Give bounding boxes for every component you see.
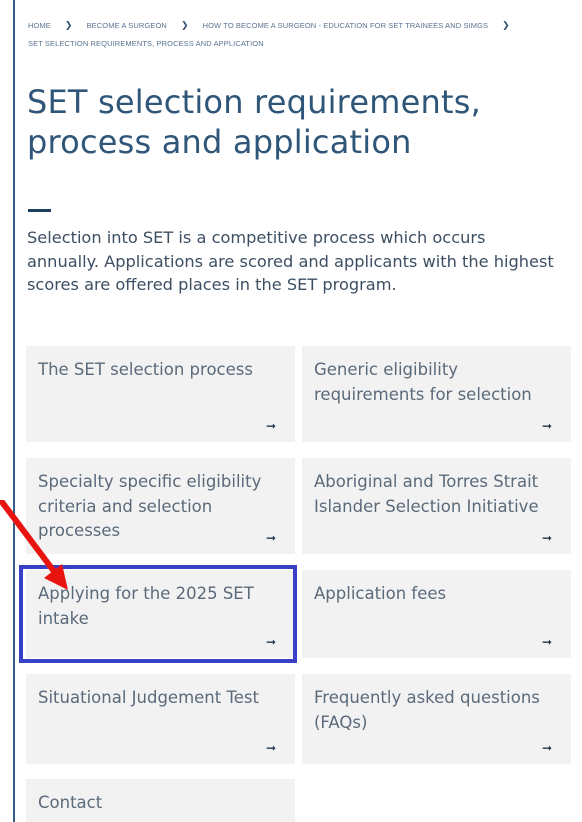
right-arrow-icon: ➞ [265, 635, 276, 649]
breadcrumb-home[interactable]: HOME [28, 21, 51, 30]
card-contact[interactable]: Contact [26, 779, 295, 822]
breadcrumb-separator-icon: ❯ [64, 20, 73, 30]
intro-paragraph: Selection into SET is a competitive proc… [27, 228, 554, 294]
breadcrumb: HOME ❯ BECOME A SURGEON ❯ HOW TO BECOME A SU… [28, 16, 548, 53]
right-arrow-icon: ➞ [541, 531, 552, 545]
card-label: Aboriginal and Torres Strait Islander Se… [314, 472, 539, 516]
card-set-selection-process[interactable]: The SET selection process ➞ [26, 346, 295, 442]
breadcrumb-become-a-surgeon[interactable]: BECOME A SURGEON [87, 21, 167, 30]
right-arrow-icon: ➞ [265, 741, 276, 755]
card-label: Situational Judgement Test [38, 688, 259, 707]
breadcrumb-separator-icon: ❯ [180, 20, 189, 30]
card-application-fees[interactable]: Application fees ➞ [302, 570, 571, 658]
right-arrow-icon: ➞ [265, 419, 276, 433]
right-arrow-icon: ➞ [541, 741, 552, 755]
card-faqs[interactable]: Frequently asked questions (FAQs) ➞ [302, 674, 571, 764]
breadcrumb-separator-icon: ❯ [502, 20, 510, 30]
left-border-rule [13, 0, 15, 822]
card-label: The SET selection process [38, 360, 253, 379]
red-pointer-arrow-icon [0, 500, 68, 590]
card-label: Generic eligibility requirements for sel… [314, 360, 532, 404]
card-label: Contact [38, 793, 103, 812]
right-arrow-icon: ➞ [541, 635, 552, 649]
title-accent-dash [28, 209, 51, 212]
card-generic-eligibility[interactable]: Generic eligibility requirements for sel… [302, 346, 571, 442]
breadcrumb-current: SET SELECTION REQUIREMENTS, PROCESS AND … [28, 39, 264, 48]
card-situational-judgement-test[interactable]: Situational Judgement Test ➞ [26, 674, 295, 764]
page-title: SET selection requirements, process and … [27, 83, 481, 161]
card-label: Frequently asked questions (FAQs) [314, 688, 540, 732]
card-label: Application fees [314, 584, 447, 603]
breadcrumb-how-to-become-a-surgeon[interactable]: HOW TO BECOME A SURGEON - EDUCATION FOR … [203, 21, 489, 30]
card-aboriginal-selection-initiative[interactable]: Aboriginal and Torres Strait Islander Se… [302, 458, 571, 554]
right-arrow-icon: ➞ [265, 531, 276, 545]
right-arrow-icon: ➞ [541, 419, 552, 433]
